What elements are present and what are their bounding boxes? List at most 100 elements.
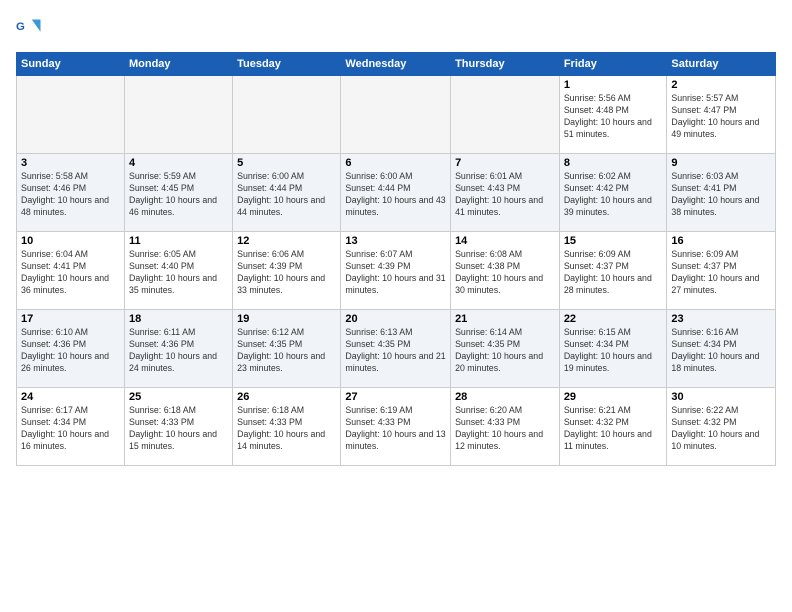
day-info: Sunrise: 6:06 AMSunset: 4:39 PMDaylight:… [237, 249, 336, 297]
day-number: 18 [129, 313, 228, 325]
day-number: 7 [455, 157, 555, 169]
calendar-row-4: 17Sunrise: 6:10 AMSunset: 4:36 PMDayligh… [17, 310, 776, 388]
day-info: Sunrise: 5:58 AMSunset: 4:46 PMDaylight:… [21, 171, 120, 219]
day-number: 2 [671, 79, 771, 91]
day-number: 29 [564, 391, 663, 403]
calendar-cell: 21 Sunrise: 6:14 AMSunset: 4:35 PMDayligh… [451, 310, 560, 388]
day-number: 8 [564, 157, 663, 169]
weekday-header-row: SundayMondayTuesdayWednesdayThursdayFrid… [17, 53, 776, 76]
calendar-cell [341, 76, 451, 154]
day-number: 16 [671, 235, 771, 247]
calendar-cell: 19Sunrise: 6:12 AMSunset: 4:35 PMDayligh… [233, 310, 341, 388]
day-info: Sunrise: 6:03 AMSunset: 4:41 PMDaylight:… [671, 171, 771, 219]
day-number: 24 [21, 391, 120, 403]
day-number: 25 [129, 391, 228, 403]
calendar-row-3: 10 Sunrise: 6:04 AMSunset: 4:41 PMDayligh… [17, 232, 776, 310]
day-number: 21 [455, 313, 555, 325]
day-number: 13 [345, 235, 446, 247]
weekday-header-friday: Friday [559, 53, 667, 76]
calendar-cell: 24Sunrise: 6:17 AMSunset: 4:34 PMDayligh… [17, 388, 125, 466]
calendar-cell [451, 76, 560, 154]
day-info: Sunrise: 6:13 AMSunset: 4:35 PMDaylight:… [345, 327, 446, 375]
calendar-row-2: 3Sunrise: 5:58 AMSunset: 4:46 PMDaylight… [17, 154, 776, 232]
day-number: 4 [129, 157, 228, 169]
calendar-cell: 4 Sunrise: 5:59 AMSunset: 4:45 PMDaylight… [124, 154, 232, 232]
day-info: Sunrise: 6:02 AMSunset: 4:42 PMDaylight:… [564, 171, 663, 219]
calendar-cell: 8 Sunrise: 6:02 AMSunset: 4:42 PMDaylight… [559, 154, 667, 232]
day-number: 27 [345, 391, 446, 403]
weekday-header-sunday: Sunday [17, 53, 125, 76]
calendar-cell: 17Sunrise: 6:10 AMSunset: 4:36 PMDayligh… [17, 310, 125, 388]
calendar-cell: 18 Sunrise: 6:11 AMSunset: 4:36 PMDayligh… [124, 310, 232, 388]
day-info: Sunrise: 6:00 AMSunset: 4:44 PMDaylight:… [237, 171, 336, 219]
day-number: 30 [671, 391, 771, 403]
day-number: 14 [455, 235, 555, 247]
day-info: Sunrise: 6:18 AMSunset: 4:33 PMDaylight:… [237, 405, 336, 453]
calendar-cell: 1Sunrise: 5:56 AMSunset: 4:48 PMDaylight… [559, 76, 667, 154]
day-info: Sunrise: 6:05 AMSunset: 4:40 PMDaylight:… [129, 249, 228, 297]
calendar-cell [233, 76, 341, 154]
calendar-cell: 28 Sunrise: 6:20 AMSunset: 4:33 PMDayligh… [451, 388, 560, 466]
day-number: 28 [455, 391, 555, 403]
weekday-header-tuesday: Tuesday [233, 53, 341, 76]
day-info: Sunrise: 6:08 AMSunset: 4:38 PMDaylight:… [455, 249, 555, 297]
day-info: Sunrise: 6:14 AMSunset: 4:35 PMDaylight:… [455, 327, 555, 375]
svg-text:G: G [16, 21, 25, 33]
day-info: Sunrise: 6:00 AMSunset: 4:44 PMDaylight:… [345, 171, 446, 219]
day-number: 23 [671, 313, 771, 325]
calendar-cell: 5Sunrise: 6:00 AMSunset: 4:44 PMDaylight… [233, 154, 341, 232]
day-info: Sunrise: 6:20 AMSunset: 4:33 PMDaylight:… [455, 405, 555, 453]
day-number: 12 [237, 235, 336, 247]
calendar-cell: 25 Sunrise: 6:18 AMSunset: 4:33 PMDayligh… [124, 388, 232, 466]
day-number: 1 [564, 79, 663, 91]
calendar-cell: 6 Sunrise: 6:00 AMSunset: 4:44 PMDaylight… [341, 154, 451, 232]
day-number: 17 [21, 313, 120, 325]
day-number: 15 [564, 235, 663, 247]
day-info: Sunrise: 6:07 AMSunset: 4:39 PMDaylight:… [345, 249, 446, 297]
day-info: Sunrise: 5:59 AMSunset: 4:45 PMDaylight:… [129, 171, 228, 219]
day-info: Sunrise: 6:16 AMSunset: 4:34 PMDaylight:… [671, 327, 771, 375]
day-info: Sunrise: 6:18 AMSunset: 4:33 PMDaylight:… [129, 405, 228, 453]
calendar-cell: 22Sunrise: 6:15 AMSunset: 4:34 PMDayligh… [559, 310, 667, 388]
calendar-cell: 2 Sunrise: 5:57 AMSunset: 4:47 PMDaylight… [667, 76, 776, 154]
weekday-header-saturday: Saturday [667, 53, 776, 76]
day-info: Sunrise: 6:11 AMSunset: 4:36 PMDaylight:… [129, 327, 228, 375]
day-info: Sunrise: 6:09 AMSunset: 4:37 PMDaylight:… [671, 249, 771, 297]
day-number: 11 [129, 235, 228, 247]
day-info: Sunrise: 6:15 AMSunset: 4:34 PMDaylight:… [564, 327, 663, 375]
calendar-cell [17, 76, 125, 154]
day-info: Sunrise: 6:04 AMSunset: 4:41 PMDaylight:… [21, 249, 120, 297]
calendar-row-1: 1Sunrise: 5:56 AMSunset: 4:48 PMDaylight… [17, 76, 776, 154]
logo: G [16, 16, 46, 44]
day-number: 10 [21, 235, 120, 247]
calendar-cell: 16 Sunrise: 6:09 AMSunset: 4:37 PMDayligh… [667, 232, 776, 310]
weekday-header-thursday: Thursday [451, 53, 560, 76]
calendar-cell: 9 Sunrise: 6:03 AMSunset: 4:41 PMDaylight… [667, 154, 776, 232]
calendar-cell: 13 Sunrise: 6:07 AMSunset: 4:39 PMDayligh… [341, 232, 451, 310]
calendar-cell: 26 Sunrise: 6:18 AMSunset: 4:33 PMDayligh… [233, 388, 341, 466]
calendar-cell: 27Sunrise: 6:19 AMSunset: 4:33 PMDayligh… [341, 388, 451, 466]
page-header: G [16, 16, 776, 44]
calendar-table: SundayMondayTuesdayWednesdayThursdayFrid… [16, 52, 776, 466]
day-number: 19 [237, 313, 336, 325]
calendar-row-5: 24Sunrise: 6:17 AMSunset: 4:34 PMDayligh… [17, 388, 776, 466]
calendar-cell: 10 Sunrise: 6:04 AMSunset: 4:41 PMDayligh… [17, 232, 125, 310]
day-info: Sunrise: 6:21 AMSunset: 4:32 PMDaylight:… [564, 405, 663, 453]
day-info: Sunrise: 6:22 AMSunset: 4:32 PMDaylight:… [671, 405, 771, 453]
calendar-cell: 3Sunrise: 5:58 AMSunset: 4:46 PMDaylight… [17, 154, 125, 232]
day-info: Sunrise: 5:57 AMSunset: 4:47 PMDaylight:… [671, 93, 771, 141]
calendar-cell [124, 76, 232, 154]
day-number: 26 [237, 391, 336, 403]
calendar-cell: 23 Sunrise: 6:16 AMSunset: 4:34 PMDayligh… [667, 310, 776, 388]
calendar-cell: 14 Sunrise: 6:08 AMSunset: 4:38 PMDayligh… [451, 232, 560, 310]
day-number: 9 [671, 157, 771, 169]
day-number: 20 [345, 313, 446, 325]
day-info: Sunrise: 6:09 AMSunset: 4:37 PMDaylight:… [564, 249, 663, 297]
weekday-header-wednesday: Wednesday [341, 53, 451, 76]
calendar-cell: 15 Sunrise: 6:09 AMSunset: 4:37 PMDayligh… [559, 232, 667, 310]
logo-icon: G [16, 16, 44, 44]
day-info: Sunrise: 6:01 AMSunset: 4:43 PMDaylight:… [455, 171, 555, 219]
calendar-cell: 20 Sunrise: 6:13 AMSunset: 4:35 PMDayligh… [341, 310, 451, 388]
day-number: 6 [345, 157, 446, 169]
calendar-cell: 29 Sunrise: 6:21 AMSunset: 4:32 PMDayligh… [559, 388, 667, 466]
